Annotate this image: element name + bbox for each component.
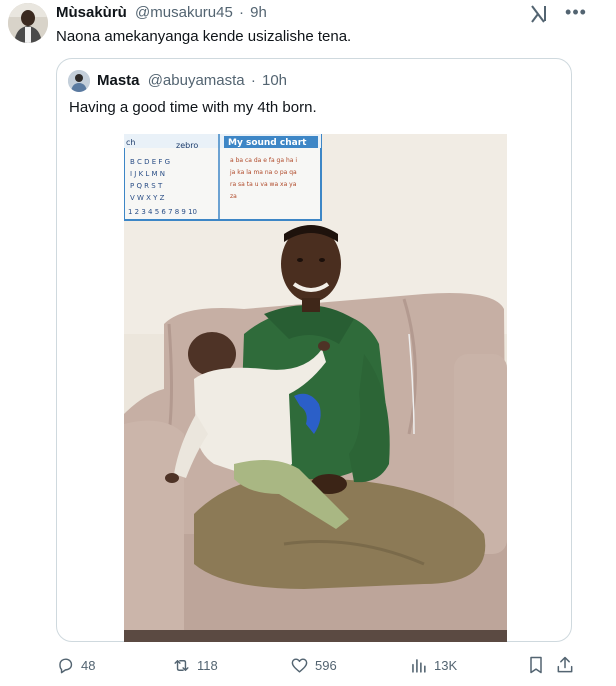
quote-text: Having a good time with my 4th born. [69,99,317,116]
poster-letters-2: I J K L M N [130,170,165,178]
quote-separator: · [250,72,256,89]
poster-sounds-4: za [230,193,237,200]
poster-tab-zebra: zebro [176,141,198,150]
more-icon[interactable]: ••• [564,2,588,26]
action-bar: 48 118 596 13K [0,650,616,680]
poster-numbers: 1 2 3 4 5 6 7 8 9 10 [128,208,197,216]
like-button[interactable]: 596 [290,650,337,680]
reply-button[interactable]: 48 [56,650,95,680]
quote-header: Masta @abuyamasta · 10h [97,71,287,91]
author-avatar[interactable] [8,3,48,43]
bookmark-button[interactable] [526,655,546,675]
poster-sounds-1: a ba ca da e fa ga ha i [230,157,297,164]
like-icon [291,657,308,673]
poster-tab-left: ch [126,138,135,147]
tweet-time[interactable]: 9h [250,4,267,21]
reply-count: 48 [81,657,96,673]
poster-sounds-2: ja ka la ma na o pa qa [229,169,297,176]
poster-title: My sound chart [228,138,307,148]
repost-count: 118 [197,657,218,673]
meta-separator: · [238,4,244,21]
quote-time[interactable]: 10h [262,72,287,89]
views-icon [412,658,426,673]
quote-author-name[interactable]: Masta [97,72,140,89]
author-handle[interactable]: @musakuru45 [135,4,233,21]
reply-icon [59,657,73,673]
bookmark-icon [530,656,542,674]
poster-letters-4: V W X Y Z [130,194,165,202]
quote-author-avatar[interactable] [68,70,90,92]
views-count: 13K [434,657,458,673]
quote-author-handle[interactable]: @abuyamasta [148,72,245,89]
grok-icon[interactable] [528,3,550,25]
repost-button[interactable]: 118 [172,650,218,680]
poster-sounds-3: ra sa ta u va wa xa ya [230,181,297,188]
wall-poster: ch zebro My sound chart B C D E F G I J … [124,134,322,221]
like-count: 596 [315,657,337,673]
tweet-header: Mùsakùrù @musakuru45 · 9h [56,4,267,22]
quote-photo[interactable]: ch zebro My sound chart B C D E F G I J … [124,134,507,642]
author-name[interactable]: Mùsakùrù [56,4,127,21]
tweet-text: Naona amekanyanga kende usizalishe tena. [56,28,352,45]
share-icon [557,656,573,673]
tweet: Mùsakùrù @musakuru45 · 9h ••• Naona amek… [0,0,616,686]
quoted-tweet[interactable]: Masta @abuyamasta · 10h Having a good ti… [56,58,572,642]
repost-icon [174,659,189,671]
poster-letters-1: B C D E F G [130,158,170,166]
views-button[interactable]: 13K [409,650,457,680]
share-button[interactable] [555,655,575,675]
poster-letters-3: P Q R S T [130,182,163,190]
